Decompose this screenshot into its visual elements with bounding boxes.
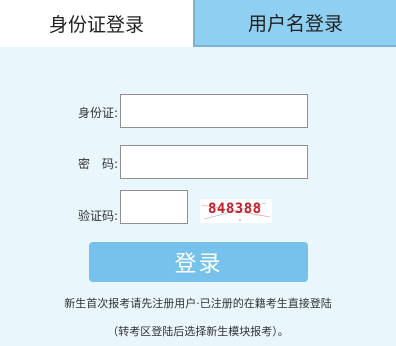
tab-username-login[interactable]: 用户名登录 <box>193 0 396 47</box>
password-input[interactable] <box>120 145 308 179</box>
transfer-note: （转考区登陆后选择新生模块报考）。 <box>107 325 289 338</box>
captcha-input[interactable] <box>120 190 188 224</box>
register-note: 新生首次报考请先注册用户·已注册的在籍考生直接登陆 <box>64 297 332 310</box>
login-tabs: 身份证登录 用户名登录 <box>0 0 396 47</box>
id-card-input[interactable] <box>120 94 308 128</box>
captcha-image[interactable]: 848388 <box>200 199 272 223</box>
captcha-label: 验证码: <box>77 209 118 223</box>
id-card-label: 身份证: <box>77 106 118 120</box>
tab-id-card-login[interactable]: 身份证登录 <box>0 0 193 47</box>
password-label: 密 码: <box>77 157 118 171</box>
captcha-text: 848388 <box>208 201 262 217</box>
login-button[interactable]: 登录 <box>89 242 308 282</box>
